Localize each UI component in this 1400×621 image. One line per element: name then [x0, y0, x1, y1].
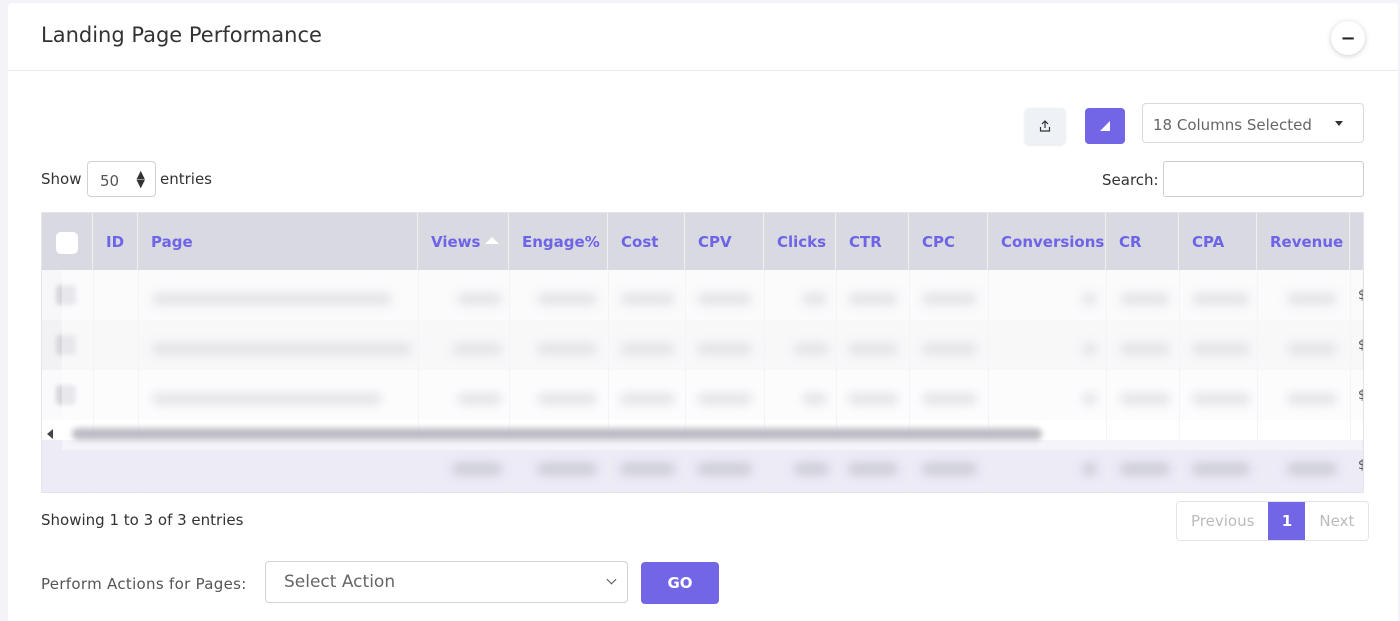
entries-length-select[interactable]: 50 ▲ ▼ — [87, 161, 156, 197]
sort-ascending-icon — [485, 237, 500, 244]
column-header-label: Cost — [621, 232, 659, 251]
column-header-label: E — [1363, 233, 1364, 251]
column-header-label: Engage% — [522, 232, 600, 251]
chart-toggle-button[interactable] — [1085, 108, 1125, 144]
redacted-total — [848, 463, 898, 475]
actions-label: Perform Actions for Pages: — [41, 575, 247, 593]
column-header-label: CPA — [1192, 232, 1225, 251]
action-select[interactable]: Select Action — [265, 561, 628, 603]
redacted-total — [697, 463, 752, 475]
redacted-total — [1120, 463, 1170, 475]
column-header-cr[interactable]: CR — [1106, 213, 1179, 270]
column-header-cpc[interactable]: CPC — [909, 213, 988, 270]
action-select-placeholder: Select Action — [284, 572, 396, 592]
search-label: Search: — [1102, 171, 1159, 189]
column-header-clicks[interactable]: Clicks — [764, 213, 836, 270]
collapse-button[interactable]: − — [1331, 21, 1365, 55]
cell-edge-text: $ — [1358, 458, 1363, 473]
horizontal-scrollbar[interactable] — [72, 428, 1042, 440]
sort-arrows-icon: ▲ ▼ — [136, 168, 145, 190]
redacted-total — [922, 463, 977, 475]
data-table: ID Page Views Engage% Cost CPV Clicks CT… — [41, 212, 1364, 493]
page-1-button[interactable]: 1 — [1268, 502, 1306, 540]
column-header-revenue[interactable]: Revenue — [1257, 213, 1350, 270]
column-header-label: Page — [151, 232, 193, 251]
redacted-total — [537, 463, 597, 475]
previous-page-button[interactable]: Previous — [1177, 502, 1269, 540]
go-button[interactable]: GO — [641, 562, 719, 604]
card-title: Landing Page Performance — [41, 23, 322, 47]
chevron-down-icon — [606, 574, 617, 585]
search-input[interactable] — [1163, 161, 1364, 197]
caret-down-icon — [1335, 121, 1343, 126]
column-header-label: Revenue — [1270, 232, 1344, 251]
column-header-label: Clicks — [777, 232, 827, 251]
pagination: Previous 1 Next — [1176, 501, 1370, 541]
card-header: Landing Page Performance − — [8, 3, 1398, 71]
column-header-label: CTR — [849, 232, 882, 251]
minus-icon: − — [1340, 27, 1356, 49]
column-header-cost[interactable]: Cost — [608, 213, 685, 270]
column-header-views[interactable]: Views — [418, 213, 509, 270]
next-page-button[interactable]: Next — [1305, 502, 1369, 540]
redacted-total — [1082, 463, 1097, 475]
column-header-label: CR — [1119, 232, 1142, 251]
redacted-total — [1192, 463, 1250, 475]
signal-chart-icon — [1100, 121, 1110, 131]
cell-edge-text: $ — [1358, 338, 1363, 353]
column-header-id[interactable]: ID — [93, 213, 138, 270]
column-header-ctr[interactable]: CTR — [836, 213, 909, 270]
redacted-total — [452, 463, 502, 475]
column-header-page[interactable]: Page — [138, 213, 418, 270]
column-header-cpv[interactable]: CPV — [685, 213, 764, 270]
column-header-label: CPC — [922, 232, 956, 251]
redacted-total — [620, 463, 675, 475]
column-header-label: Conversions — [1001, 232, 1105, 251]
columns-selector-label: 18 Columns Selected — [1153, 116, 1312, 134]
column-header-engage[interactable]: Engage% — [509, 213, 608, 270]
export-button[interactable] — [1025, 108, 1065, 144]
scroll-left-arrow-icon[interactable] — [47, 429, 53, 439]
redacted-total — [794, 463, 829, 475]
landing-page-performance-card: Landing Page Performance − 18 Columns Se… — [8, 3, 1398, 621]
column-header-label: Views — [431, 232, 481, 251]
table-header: ID Page Views Engage% Cost CPV Clicks CT… — [42, 213, 1364, 270]
table-info: Showing 1 to 3 of 3 entries — [41, 511, 244, 529]
redacted-total — [1287, 463, 1337, 475]
column-header-label: ID — [106, 232, 125, 251]
entries-length-value: 50 — [100, 172, 120, 190]
entries-label: entries — [160, 170, 212, 188]
show-label: Show — [41, 170, 82, 188]
cell-edge-text: $ — [1358, 388, 1363, 403]
columns-selector[interactable]: 18 Columns Selected — [1142, 103, 1364, 143]
cell-edge-text: $ — [1358, 288, 1363, 303]
blur-overlay — [62, 270, 1362, 450]
select-all-checkbox[interactable] — [56, 232, 78, 254]
share-upload-icon — [1039, 120, 1051, 132]
column-header-label: CPV — [698, 232, 732, 251]
column-header-conversions[interactable]: Conversions — [988, 213, 1106, 270]
column-header-partial[interactable]: E — [1350, 213, 1364, 270]
select-all-cell — [42, 213, 93, 270]
column-header-cpa[interactable]: CPA — [1179, 213, 1257, 270]
